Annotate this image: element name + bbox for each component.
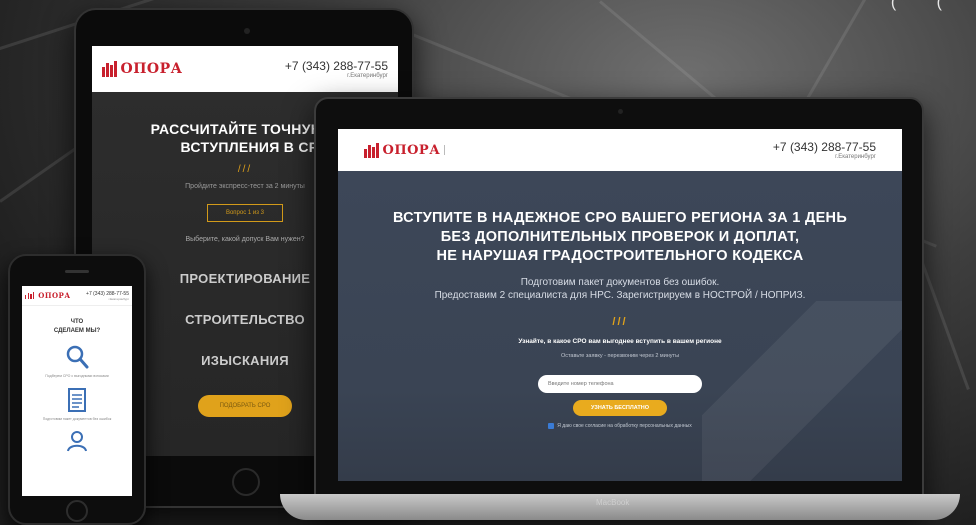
hero-desc-line2: Предоставим 2 специалиста для НРС. Зарег…	[434, 290, 806, 301]
phone-screen: ОПОРА +7 (343) 288-77-55 г.Екатеринбург …	[22, 286, 132, 496]
building-background	[702, 301, 902, 481]
phone-logo[interactable]: ОПОРА	[25, 291, 71, 300]
hero-heading-line3: НЕ НАРУШАЯ ГРАДОСТРОИТЕЛЬНОГО КОДЕКСА	[436, 248, 804, 264]
laptop-hero: ВСТУПИТЕ В НАДЕЖНОЕ СРО ВАШЕГО РЕГИОНА З…	[338, 171, 902, 481]
submit-button[interactable]: УЗНАТЬ БЕСПЛАТНО	[572, 400, 668, 416]
item-caption: Подготовим пакет документов без ошибок	[42, 417, 112, 421]
phone-input[interactable]	[538, 375, 702, 393]
phone-number[interactable]: +7 (343) 288-77-55	[86, 291, 129, 297]
phone-number[interactable]: +7 (343) 288-77-55	[285, 59, 388, 73]
tablet-cta-button[interactable]: ПОДОБРАТЬ СРО	[197, 395, 293, 417]
logo[interactable]: ОПОРА	[102, 61, 183, 77]
logo-icon	[25, 292, 35, 299]
city-label: г.Екатеринбург	[108, 296, 129, 301]
corner-decoration: ( (	[890, 0, 960, 11]
what-we-do-title: ЧТО СДЕЛАЕМ МЫ?	[22, 318, 132, 336]
tablet-home-button	[232, 468, 260, 496]
document-icon	[22, 387, 132, 413]
phone-contact: +7 (343) 288-77-55 г.Екатеринбург	[86, 291, 129, 301]
magnifier-icon	[22, 344, 132, 370]
logo[interactable]: ОПОРА	[364, 142, 470, 158]
laptop-device: ОПОРА +7 (343) 288-77-55 г.Екатеринбург …	[314, 97, 924, 517]
contact-block: +7 (343) 288-77-55 г.Екатеринбург	[773, 140, 876, 160]
consent-checkbox[interactable]	[548, 423, 555, 429]
laptop-header: ОПОРА +7 (343) 288-77-55 г.Екатеринбург	[338, 129, 902, 171]
phone-speaker	[65, 270, 89, 273]
logo-text: ОПОРА	[382, 142, 441, 158]
city-label: г.Екатеринбург	[347, 73, 388, 79]
logo-text: ОПОРА	[120, 61, 183, 77]
logo-text: ОПОРА	[38, 291, 71, 300]
title-line2: СДЕЛАЕМ МЫ?	[53, 328, 101, 334]
specialist-icon	[22, 430, 132, 452]
laptop-camera	[618, 109, 623, 114]
contact-block: +7 (343) 288-77-55 г.Екатеринбург	[285, 59, 388, 79]
consent-row: Я даю свое согласие на обработку персона…	[338, 423, 902, 429]
logo-icon	[364, 142, 379, 158]
hero-heading: ВСТУПИТЕ В НАДЕЖНОЕ СРО ВАШЕГО РЕГИОНА З…	[338, 209, 902, 266]
logo-icon	[102, 61, 117, 77]
city-label: г.Екатеринбург	[835, 154, 876, 160]
form-prompt: Узнайте, в какое СРО вам выгоднее вступи…	[518, 338, 722, 345]
tablet-header: ОПОРА +7 (343) 288-77-55 г.Екатеринбург	[92, 46, 398, 92]
phone-header: ОПОРА +7 (343) 288-77-55 г.Екатеринбург	[22, 286, 132, 306]
phone-device: ОПОРА +7 (343) 288-77-55 г.Екатеринбург …	[8, 254, 146, 525]
hero-description: Подготовим пакет документов без ошибок. …	[338, 276, 902, 302]
logo-tagline	[444, 145, 470, 155]
phone-home-button	[66, 500, 88, 522]
question-button[interactable]: Вопрос 1 из 3	[206, 204, 284, 222]
callback-note: Оставьте заявку - перезвоним через 2 мин…	[560, 353, 680, 359]
divider-slashes: ///	[612, 316, 628, 328]
hero-heading-line2: БЕЗ ДОПОЛНИТЕЛЬНЫХ ПРОВЕРОК И ДОПЛАТ,	[440, 229, 800, 245]
hero-desc-line1: Подготовим пакет документов без ошибок.	[520, 277, 720, 288]
title-line1: ЧТО	[70, 319, 84, 325]
device-label: MacBook	[596, 498, 630, 507]
phone-number[interactable]: +7 (343) 288-77-55	[773, 140, 876, 154]
item-caption: Подберем СРО с выгодными взносами	[45, 374, 109, 378]
laptop-screen: ОПОРА +7 (343) 288-77-55 г.Екатеринбург …	[338, 129, 902, 481]
hero-heading-line1: ВСТУПИТЕ В НАДЕЖНОЕ СРО ВАШЕГО РЕГИОНА З…	[392, 210, 848, 226]
tablet-camera	[244, 28, 250, 34]
consent-label: Я даю свое согласие на обработку персона…	[557, 423, 692, 429]
